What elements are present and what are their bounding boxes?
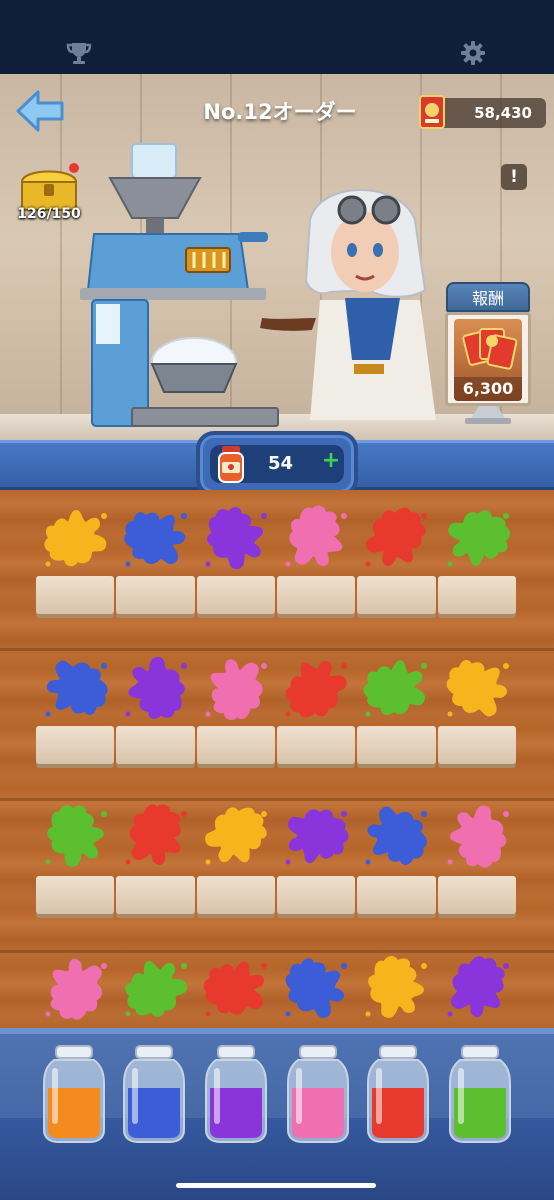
jam-count: 54 — [268, 453, 294, 474]
coin-card-icon — [418, 94, 446, 130]
paint-splat-pink[interactable] — [40, 954, 112, 1020]
top-bar — [0, 0, 554, 74]
paint-splat-red[interactable] — [200, 954, 272, 1020]
plus-icon[interactable]: + — [320, 450, 342, 472]
reward-value: 6,300 — [454, 377, 522, 401]
reward-label: 報酬 — [446, 282, 530, 312]
paint-splat-yellow[interactable] — [200, 802, 272, 868]
paint-splat-green[interactable] — [40, 802, 112, 868]
paint-splat-blue[interactable] — [40, 654, 112, 720]
paint-splat-purple[interactable] — [200, 504, 272, 570]
paint-splat-pink[interactable] — [442, 802, 514, 868]
jam-jar-icon — [216, 444, 246, 484]
paint-splat-yellow[interactable] — [40, 504, 112, 570]
order-title: No.12オーダー — [203, 100, 357, 124]
shelf-row-1 — [36, 576, 516, 614]
paint-jar-orange[interactable] — [42, 1044, 106, 1144]
paint-splat-green[interactable] — [360, 654, 432, 720]
paint-splat-red[interactable] — [120, 802, 192, 868]
alert-icon[interactable]: ! — [501, 164, 527, 190]
paint-splat-purple[interactable] — [120, 654, 192, 720]
paint-jar-pink[interactable] — [286, 1044, 350, 1144]
paint-splat-purple[interactable] — [280, 802, 352, 868]
back-arrow-icon — [16, 90, 64, 132]
paint-splat-yellow[interactable] — [442, 654, 514, 720]
paint-jar-purple[interactable] — [204, 1044, 268, 1144]
paint-splat-blue[interactable] — [280, 954, 352, 1020]
paint-splat-green[interactable] — [442, 504, 514, 570]
paint-splat-blue[interactable] — [360, 802, 432, 868]
reward-box: 6,300 — [445, 312, 531, 406]
trophy-icon[interactable] — [62, 36, 96, 70]
paint-splat-pink[interactable] — [200, 654, 272, 721]
home-indicator — [176, 1183, 376, 1188]
back-button[interactable] — [14, 88, 66, 134]
gear-icon[interactable] — [456, 36, 490, 70]
paint-splat-yellow[interactable] — [360, 954, 432, 1020]
coin-balance: 58,430 — [432, 98, 546, 128]
paint-splat-pink[interactable] — [280, 504, 352, 570]
paint-splat-red[interactable] — [280, 654, 352, 720]
paint-jar-blue[interactable] — [122, 1044, 186, 1144]
paint-splat-blue[interactable] — [120, 504, 192, 570]
reward-panel[interactable]: 報酬 6,300 — [443, 282, 533, 430]
paint-jar-red[interactable] — [366, 1044, 430, 1144]
paint-splat-purple[interactable] — [442, 954, 514, 1020]
paint-jar-green[interactable] — [448, 1044, 512, 1144]
shelf-row-2 — [36, 726, 516, 764]
shelf-row-3 — [36, 876, 516, 914]
paint-splat-red[interactable] — [360, 504, 432, 570]
paint-splat-green[interactable] — [120, 954, 192, 1020]
character-girl — [250, 180, 450, 420]
shaved-ice-machine — [70, 140, 280, 435]
